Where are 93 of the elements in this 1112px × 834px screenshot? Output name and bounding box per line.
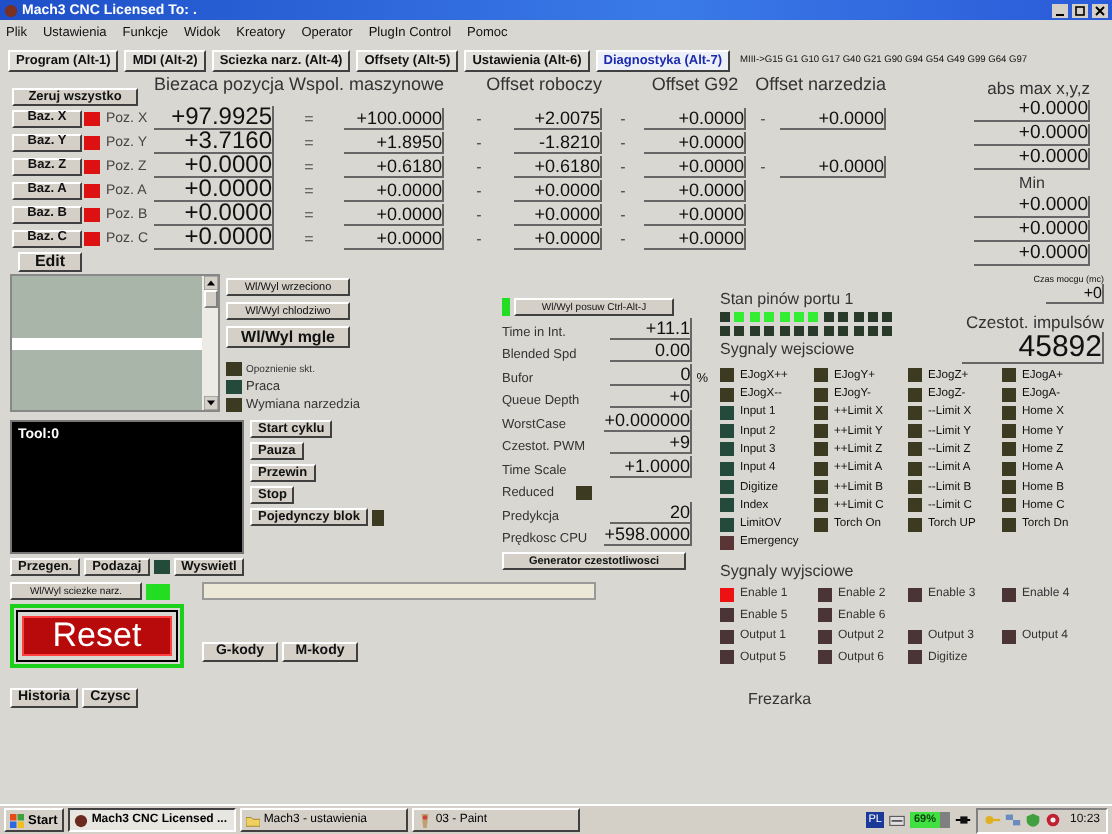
diagnostic-value: +598.0000 xyxy=(604,524,692,546)
current-position-value: +0.0000 xyxy=(154,226,274,250)
abs-min-value: +0.0000 xyxy=(974,244,1090,266)
minus-sign: - xyxy=(758,157,768,175)
kernel-time-value: +0 xyxy=(1046,284,1104,304)
equals-sign: = xyxy=(302,181,316,199)
g92-offset-value: +0.0000 xyxy=(644,227,746,249)
equals-sign: = xyxy=(302,229,316,247)
antivirus-icon[interactable] xyxy=(1043,812,1062,828)
toggle-button[interactable]: Wl/Wyl mgle xyxy=(226,326,350,348)
column-header: Offset G92 xyxy=(651,74,739,96)
minus-sign: - xyxy=(618,181,628,199)
diagnostic-value: 20 xyxy=(610,501,692,523)
equals-sign: = xyxy=(302,157,316,175)
g92-offset-value: +0.0000 xyxy=(644,131,746,153)
work-offset-value: +0.0000 xyxy=(514,179,602,201)
windows-flag-icon xyxy=(10,813,24,827)
g92-offset-value: +0.0000 xyxy=(644,107,746,129)
minus-sign: - xyxy=(474,229,484,247)
current-position-value: +0.0000 xyxy=(154,154,274,178)
minus-sign: - xyxy=(474,181,484,199)
machine-coordinate-value: +0.6180 xyxy=(344,155,444,177)
g92-offset-value: +0.0000 xyxy=(644,155,746,177)
command-input-field[interactable] xyxy=(202,582,596,600)
minus-sign: - xyxy=(618,205,628,223)
app-icon xyxy=(4,3,18,17)
scrollbar-thumb[interactable] xyxy=(203,290,217,308)
diagnostic-value: +9 xyxy=(610,432,692,454)
g92-offset-value: +0.0000 xyxy=(644,203,746,225)
min-label: Min xyxy=(1017,174,1047,192)
abs-max-value: +0.0000 xyxy=(974,100,1090,122)
minus-sign: - xyxy=(474,157,484,175)
minus-sign: - xyxy=(474,205,484,223)
diagnostic-value: +1.0000 xyxy=(610,455,692,477)
current-position-value: +0.0000 xyxy=(154,178,274,202)
diagnostic-value: +0 xyxy=(610,386,692,408)
folder-icon xyxy=(245,813,260,827)
keyboard-icon[interactable] xyxy=(887,812,906,828)
close-icon[interactable] xyxy=(1092,3,1108,17)
minus-sign: - xyxy=(474,109,484,127)
tool-offset-value: +0.0000 xyxy=(780,107,886,129)
minus-sign: - xyxy=(618,229,628,247)
minus-sign: - xyxy=(618,133,628,151)
maximize-icon[interactable] xyxy=(1072,3,1088,17)
minus-sign: - xyxy=(758,109,768,127)
minus-sign: - xyxy=(618,157,628,175)
machine-coordinate-value: +0.0000 xyxy=(344,227,444,249)
minus-sign: - xyxy=(618,109,628,127)
abs-min-value: +0.0000 xyxy=(974,196,1090,218)
work-offset-value: -1.8210 xyxy=(514,131,602,153)
current-position-value: +3.7160 xyxy=(154,130,274,154)
scroll-up-icon[interactable] xyxy=(203,276,217,290)
machine-coordinate-value: +0.0000 xyxy=(344,179,444,201)
column-header: Biezaca pozycja xyxy=(154,74,285,96)
current-position-value: +0.0000 xyxy=(154,202,274,226)
column-header: Offset roboczy xyxy=(486,74,602,96)
edit-button[interactable]: Edit xyxy=(18,252,82,272)
abs-min-value: +0.0000 xyxy=(974,220,1090,242)
machine-coordinate-value: +100.0000 xyxy=(344,107,444,129)
work-offset-value: +0.6180 xyxy=(514,155,602,177)
pulse-frequency-label: Czestot. impulsów xyxy=(966,312,1104,332)
diagnostic-value: +0.000000 xyxy=(604,409,692,431)
diagnostic-value: +11.1 xyxy=(610,317,692,339)
tool-offset-value: +0.0000 xyxy=(780,155,886,177)
minimize-icon[interactable] xyxy=(1052,3,1068,17)
inputs-title: Sygnaly wejsciowe xyxy=(720,340,857,358)
port-pins-title: Stan pinów portu 1 xyxy=(720,290,856,308)
machine-coordinate-value: +0.0000 xyxy=(344,203,444,225)
machine-coordinate-value: +1.8950 xyxy=(344,131,444,153)
work-offset-value: +2.0075 xyxy=(514,107,602,129)
outputs-title: Sygnaly wyjsciowe xyxy=(720,562,856,581)
column-header: Offset narzedzia xyxy=(755,74,886,96)
paint-icon xyxy=(417,813,432,827)
abs-max-label: abs max x,y,z xyxy=(985,78,1090,98)
work-offset-value: +0.0000 xyxy=(514,227,602,249)
equals-sign: = xyxy=(302,133,316,151)
equals-sign: = xyxy=(302,109,316,127)
equals-sign: = xyxy=(302,205,316,223)
work-offset-value: +0.0000 xyxy=(514,203,602,225)
g92-offset-value: +0.0000 xyxy=(644,179,746,201)
app-icon xyxy=(73,813,88,827)
abs-max-value: +0.0000 xyxy=(974,124,1090,146)
column-header: Wspol. maszynowe xyxy=(288,74,444,96)
pulse-frequency-value: 45892 xyxy=(962,332,1104,364)
abs-max-value: +0.0000 xyxy=(974,148,1090,170)
scroll-down-icon[interactable] xyxy=(203,396,217,410)
diagnostic-value: 0.00 xyxy=(610,340,692,362)
reset-button[interactable]: Reset xyxy=(22,616,172,656)
minus-sign: - xyxy=(474,133,484,151)
diagnostic-value: 0 xyxy=(610,363,693,385)
plug-icon[interactable] xyxy=(953,812,972,828)
current-position-value: +97.9925 xyxy=(154,106,274,130)
machine-type-label: Frezarka xyxy=(748,690,814,709)
